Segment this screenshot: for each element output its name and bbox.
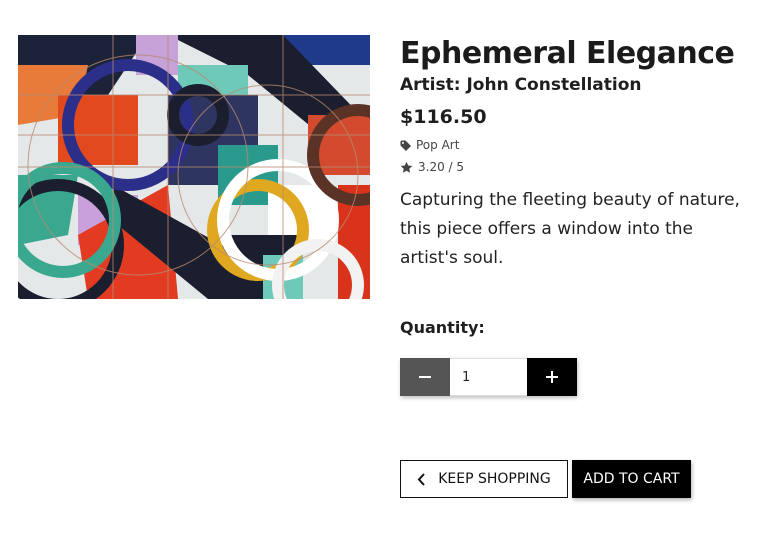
keep-shopping-label: KEEP SHOPPING <box>438 471 551 487</box>
category-label: Pop Art <box>416 138 460 152</box>
quantity-decrease-button[interactable] <box>400 358 450 396</box>
keep-shopping-button[interactable]: KEEP SHOPPING <box>400 460 568 498</box>
star-icon <box>400 161 413 173</box>
quantity-label: Quantity: <box>400 318 485 337</box>
add-to-cart-button[interactable]: ADD TO CART <box>572 460 691 498</box>
product-image <box>18 35 370 299</box>
rating-value: 3.20 / 5 <box>418 160 465 174</box>
plus-icon <box>546 371 558 383</box>
chevron-left-icon <box>417 472 425 486</box>
product-description: Capturing the fleeting beauty of nature,… <box>400 190 740 268</box>
product-artist: Artist: John Constellation <box>400 75 642 95</box>
product-category: Pop Art <box>400 137 760 153</box>
product-info: Ephemeral Elegance Artist: John Constell… <box>400 35 760 273</box>
quantity-input[interactable] <box>450 358 527 396</box>
tag-icon <box>400 139 411 151</box>
add-to-cart-label: ADD TO CART <box>583 471 680 487</box>
quantity-increase-button[interactable] <box>527 358 577 396</box>
product-title: Ephemeral Elegance <box>400 36 735 71</box>
product-rating: 3.20 / 5 <box>400 159 760 175</box>
product-price: $116.50 <box>400 106 487 128</box>
quantity-stepper <box>400 358 577 396</box>
minus-icon <box>419 376 431 378</box>
